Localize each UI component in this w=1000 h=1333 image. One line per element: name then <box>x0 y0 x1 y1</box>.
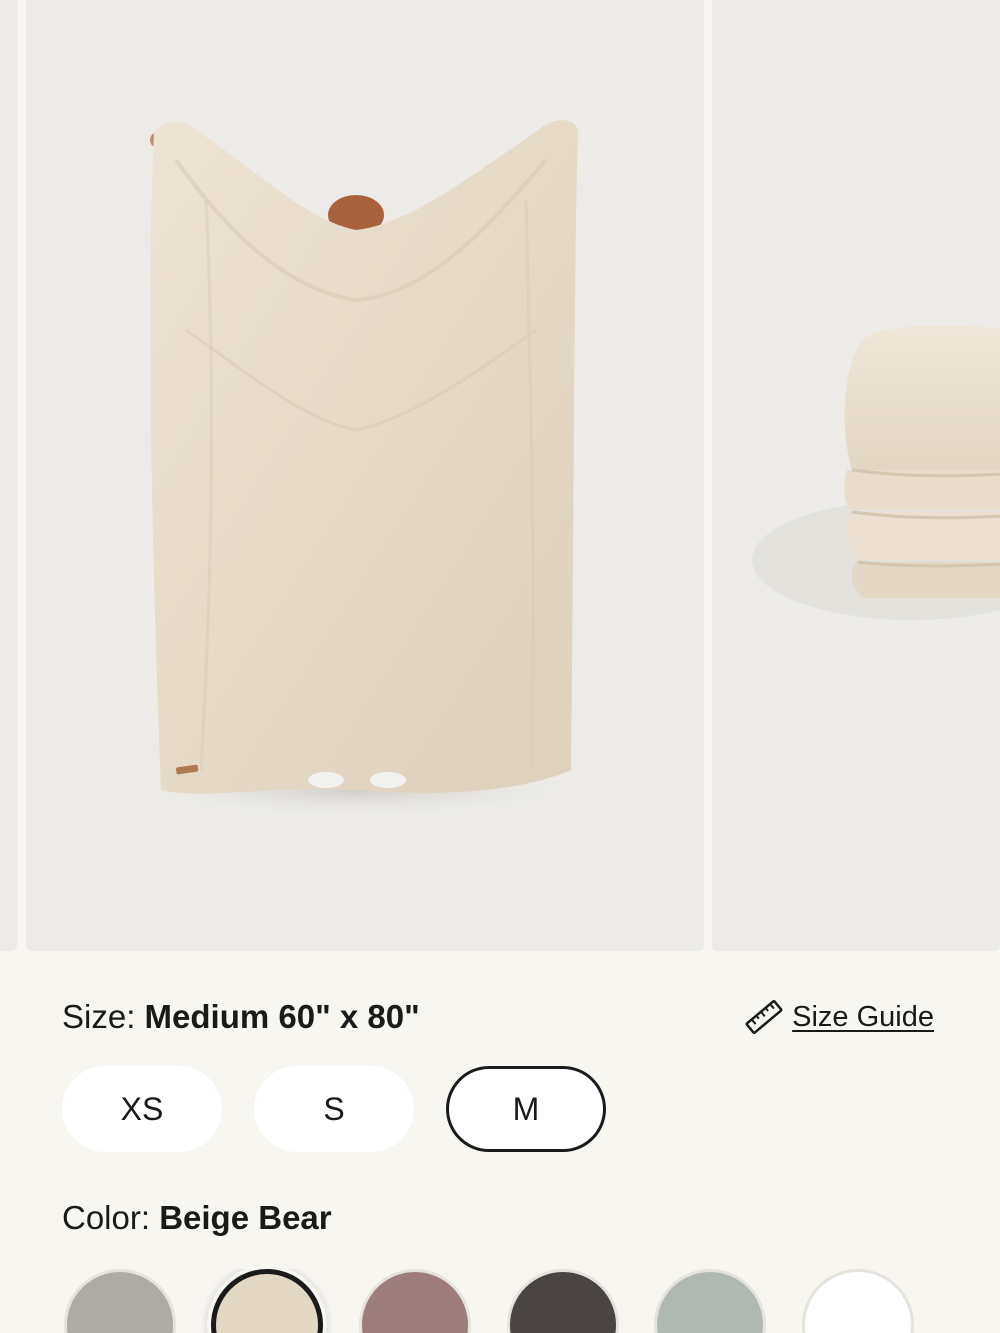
size-heading: Size: Medium 60" x 80" <box>62 995 420 1039</box>
size-option-m[interactable]: M <box>446 1066 606 1152</box>
blanket-held-up-image <box>116 120 596 820</box>
color-swatch-1[interactable] <box>64 1269 176 1333</box>
blanket-folded-image <box>752 325 1000 620</box>
color-swatch-3[interactable] <box>359 1269 471 1333</box>
selected-size-value: Medium 60" x 80" <box>144 998 420 1035</box>
size-label: Size: <box>62 998 136 1035</box>
size-row: Size: Medium 60" x 80" Size Guide <box>62 995 934 1039</box>
size-option-xs[interactable]: XS <box>62 1066 222 1152</box>
gallery-slide-blanket-folded[interactable] <box>712 0 1000 951</box>
size-options: XS S M <box>62 1066 606 1152</box>
size-guide-link[interactable]: Size Guide <box>744 995 934 1039</box>
ruler-icon <box>745 999 783 1035</box>
color-label: Color: <box>62 1199 151 1236</box>
selected-color-value: Beige Bear <box>159 1199 332 1236</box>
color-swatch-5[interactable] <box>654 1269 766 1333</box>
color-swatches <box>64 1269 944 1333</box>
color-swatch-4[interactable] <box>507 1269 619 1333</box>
color-heading: Color: Beige Bear <box>62 1196 332 1240</box>
color-swatch-6[interactable] <box>802 1269 914 1333</box>
color-swatch-2[interactable] <box>211 1269 323 1333</box>
product-image-gallery[interactable] <box>0 0 1000 951</box>
gallery-slide-blanket-held-up[interactable] <box>26 0 704 951</box>
gallery-slide-previous[interactable] <box>0 0 17 951</box>
size-option-s[interactable]: S <box>254 1066 414 1152</box>
size-guide-label: Size Guide <box>792 1000 934 1033</box>
